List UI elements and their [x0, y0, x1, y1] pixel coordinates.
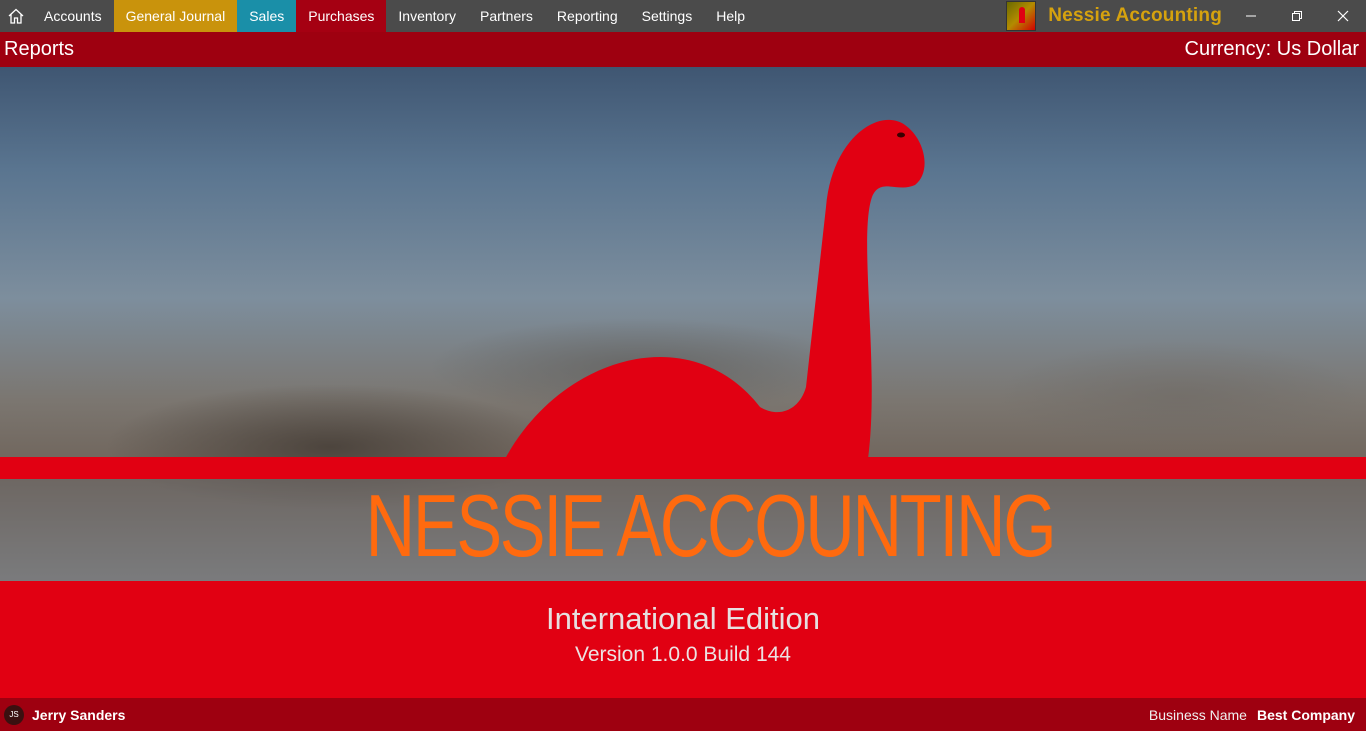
splash-hero: NESSIE ACCOUNTING [0, 67, 1366, 581]
nessie-dinosaur-icon [505, 119, 925, 460]
restore-button[interactable] [1274, 0, 1320, 32]
status-bar: JS Jerry Sanders Business Name Best Comp… [0, 698, 1366, 731]
currency-label: Currency: Us Dollar [1184, 38, 1359, 60]
menu-bar: Accounts General Journal Sales Purchases… [0, 0, 1366, 32]
restore-icon [1292, 11, 1302, 21]
edition-title: International Edition [545, 601, 821, 636]
window-controls [1228, 0, 1366, 32]
app-logo-icon [1006, 1, 1037, 31]
home-icon [8, 8, 24, 24]
edition-panel: International Edition Version 1.0.0 Buil… [0, 581, 1366, 698]
menu-general-journal[interactable]: General Journal [113, 0, 238, 32]
user-name: Jerry Sanders [32, 706, 126, 723]
business-name-label: Business Name [1148, 706, 1247, 723]
menu-sales[interactable]: Sales [237, 0, 297, 32]
menu-reporting[interactable]: Reporting [545, 0, 630, 32]
menu-help[interactable]: Help [704, 0, 757, 32]
home-button[interactable] [0, 0, 32, 32]
menu-inventory[interactable]: Inventory [386, 0, 468, 32]
menu-settings[interactable]: Settings [630, 0, 705, 32]
minimize-icon [1246, 15, 1256, 17]
business-info: Business Name Best Company [1149, 707, 1355, 723]
menu-purchases[interactable]: Purchases [296, 0, 387, 32]
app-title: Nessie Accounting [1048, 5, 1222, 26]
menu-accounts[interactable]: Accounts [32, 0, 114, 32]
minimize-button[interactable] [1228, 0, 1274, 32]
close-button[interactable] [1320, 0, 1366, 32]
page-header: Reports Currency: Us Dollar [0, 32, 1366, 67]
avatar[interactable]: JS [4, 704, 24, 725]
app-brand: Nessie Accounting [1006, 0, 1222, 32]
logo-wordmark: NESSIE ACCOUNTING [365, 476, 1057, 575]
business-name-value: Best Company [1256, 706, 1355, 723]
version-label: Version 1.0.0 Build 144 [575, 643, 791, 666]
close-icon [1337, 10, 1349, 22]
user-info[interactable]: JS Jerry Sanders [4, 704, 126, 725]
page-title: Reports [4, 38, 75, 60]
menu-partners[interactable]: Partners [468, 0, 545, 32]
